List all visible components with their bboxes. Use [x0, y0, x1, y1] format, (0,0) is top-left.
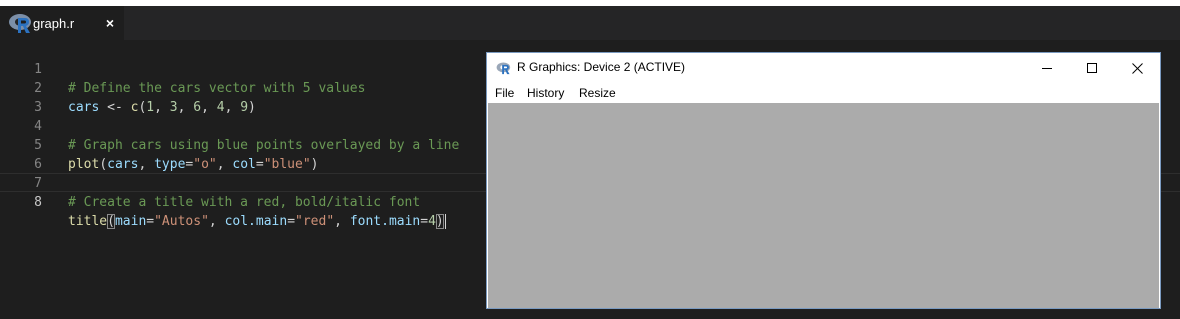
tab-graph-r[interactable]: graph.r × — [0, 6, 124, 40]
minimize-icon — [1042, 68, 1052, 69]
maximize-icon — [1087, 63, 1097, 73]
editor-tab-bar: graph.r × — [0, 6, 1180, 40]
tab-title: graph.r — [33, 15, 75, 31]
line-text: # Create a title with a red, bold/italic… — [68, 195, 421, 210]
close-button[interactable] — [1114, 53, 1160, 83]
close-icon — [1131, 62, 1143, 74]
window-titlebar[interactable]: R Graphics: Device 2 (ACTIVE) — [487, 53, 1160, 83]
r-logo-icon — [496, 62, 511, 75]
maximize-button[interactable] — [1069, 53, 1115, 83]
text-cursor — [444, 214, 446, 229]
line-text: title(main="Autos", col.main="red", font… — [68, 214, 446, 229]
menu-resize[interactable]: Resize — [579, 86, 616, 100]
menu-history[interactable]: History — [527, 86, 564, 100]
r-graphics-window[interactable]: R Graphics: Device 2 (ACTIVE) File Histo… — [486, 52, 1161, 309]
window-title: R Graphics: Device 2 (ACTIVE) — [517, 60, 686, 74]
r-logo-icon — [9, 14, 31, 33]
tab-close-icon[interactable]: × — [106, 14, 114, 32]
line-number: 8 — [34, 195, 42, 210]
menu-file[interactable]: File — [495, 86, 514, 100]
window-menubar: File History Resize — [487, 83, 1160, 103]
minimize-button[interactable] — [1024, 53, 1070, 83]
graphics-canvas[interactable] — [488, 103, 1159, 308]
